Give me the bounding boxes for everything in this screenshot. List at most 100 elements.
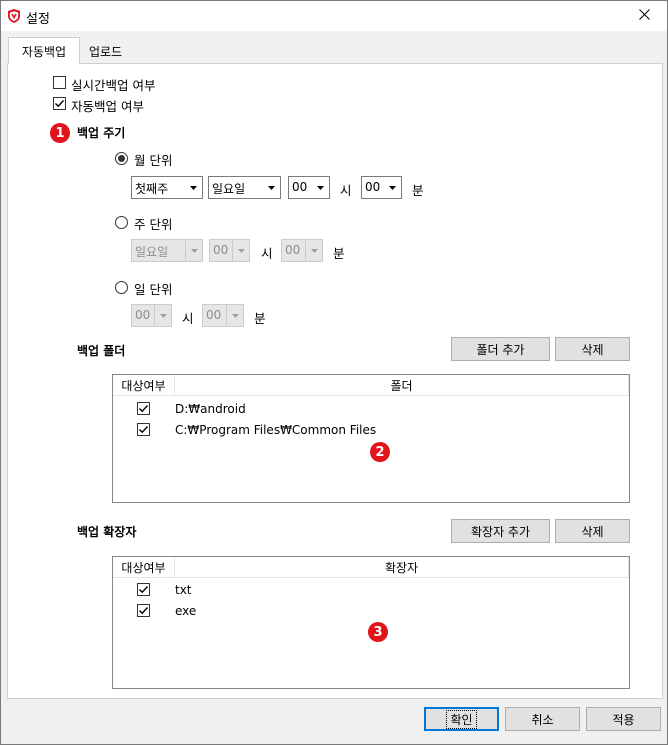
radio-selected-dot xyxy=(118,155,125,162)
list-item[interactable]: C:₩Program Files₩Common Files xyxy=(113,420,629,441)
checkmark-icon xyxy=(139,586,149,594)
delete-extension-button[interactable]: 삭제 xyxy=(555,519,630,543)
tab-upload[interactable]: 업로드 xyxy=(81,39,130,63)
add-folder-button[interactable]: 폴더 추가 xyxy=(451,337,550,361)
checkmark-icon xyxy=(139,426,149,434)
button-label: 삭제 xyxy=(581,524,604,539)
auto-backup-checkbox[interactable] xyxy=(53,97,66,110)
checkmark-icon xyxy=(139,607,149,615)
button-label: 폴더 추가 xyxy=(476,342,525,357)
list-item[interactable]: exe xyxy=(113,601,629,622)
delete-folder-button[interactable]: 삭제 xyxy=(555,337,630,361)
row-checkbox[interactable] xyxy=(137,604,150,617)
button-label: 취소 xyxy=(531,712,554,727)
tab-label: 업로드 xyxy=(89,44,123,59)
select-value: 00 xyxy=(365,180,381,194)
button-label: 확장자 추가 xyxy=(470,524,530,539)
dropdown-arrow-icon xyxy=(232,240,249,261)
monthly-hour-select[interactable]: 00 xyxy=(288,176,330,199)
column-header-target[interactable]: 대상여부 xyxy=(113,375,175,395)
extension-list[interactable]: 대상여부 확장자 txt exe xyxy=(112,556,630,689)
dropdown-arrow-icon xyxy=(185,177,202,198)
app-shield-icon xyxy=(6,8,22,24)
daily-hour-select[interactable]: 00 xyxy=(131,304,172,327)
folder-path: C:₩Program Files₩Common Files xyxy=(175,423,377,437)
auto-backup-panel: 실시간백업 여부 자동백업 여부 1 백업 주기 월 단위 첫째주 일요일 00… xyxy=(7,63,663,699)
badge-three: 3 xyxy=(368,622,388,642)
column-header-extension[interactable]: 확장자 xyxy=(175,557,629,577)
add-extension-button[interactable]: 확장자 추가 xyxy=(451,519,550,543)
list-header: 대상여부 폴더 xyxy=(113,375,629,396)
tab-auto-backup[interactable]: 자동백업 xyxy=(8,37,80,64)
row-checkbox[interactable] xyxy=(137,402,150,415)
select-value: 00 xyxy=(213,243,229,257)
close-icon xyxy=(638,9,650,23)
monthly-hour-unit: 시 xyxy=(340,183,352,198)
row-checkbox[interactable] xyxy=(137,583,150,596)
weekly-hour-select[interactable]: 00 xyxy=(209,239,250,262)
monthly-radio[interactable] xyxy=(115,152,128,165)
button-label: 적용 xyxy=(612,712,635,727)
backup-schedule-title: 백업 주기 xyxy=(77,126,126,140)
auto-backup-label: 자동백업 여부 xyxy=(71,99,144,114)
badge-two: 2 xyxy=(370,442,390,462)
realtime-backup-label: 실시간백업 여부 xyxy=(71,78,156,93)
badge-one: 1 xyxy=(50,123,70,143)
dropdown-arrow-icon xyxy=(185,240,202,261)
checkmark-icon xyxy=(55,100,65,108)
backup-folder-title: 백업 폴더 xyxy=(77,344,126,358)
folder-list[interactable]: 대상여부 폴더 D:₩android C:₩Program Files₩Comm… xyxy=(112,374,630,503)
apply-button[interactable]: 적용 xyxy=(586,707,661,731)
tab-label: 자동백업 xyxy=(21,44,67,59)
select-value: 00 xyxy=(285,243,301,257)
monthly-minute-select[interactable]: 00 xyxy=(361,176,402,199)
monthly-week-select[interactable]: 첫째주 xyxy=(131,176,203,199)
list-item[interactable]: txt xyxy=(113,580,629,601)
weekly-day-select[interactable]: 일요일 xyxy=(131,239,203,262)
list-header: 대상여부 확장자 xyxy=(113,557,629,578)
title-bar: 설정 xyxy=(1,1,667,31)
monthly-day-select[interactable]: 일요일 xyxy=(208,176,281,199)
select-value: 00 xyxy=(206,308,222,322)
window-title: 설정 xyxy=(26,12,50,27)
checkmark-icon xyxy=(139,405,149,413)
dropdown-arrow-icon xyxy=(312,177,329,198)
daily-label: 일 단위 xyxy=(134,282,173,297)
column-header-folder[interactable]: 폴더 xyxy=(175,375,629,395)
button-label: 삭제 xyxy=(581,342,604,357)
dropdown-arrow-icon xyxy=(305,240,322,261)
weekly-radio[interactable] xyxy=(115,216,128,229)
dropdown-arrow-icon xyxy=(384,177,401,198)
backup-extension-title: 백업 확장자 xyxy=(77,525,137,539)
select-value: 일요일 xyxy=(212,182,246,196)
monthly-label: 월 단위 xyxy=(134,153,173,168)
daily-hour-unit: 시 xyxy=(182,311,194,326)
weekly-minute-select[interactable]: 00 xyxy=(281,239,323,262)
settings-window: 설정 자동백업 업로드 실시간백업 여부 자동백업 여부 1 백업 주기 월 단… xyxy=(0,0,668,745)
select-value: 00 xyxy=(135,308,151,322)
dropdown-arrow-icon xyxy=(154,305,171,326)
weekly-label: 주 단위 xyxy=(134,217,173,232)
extension-name: exe xyxy=(175,604,197,618)
daily-minute-select[interactable]: 00 xyxy=(202,304,244,327)
ok-button[interactable]: 확인 xyxy=(424,707,499,731)
extension-name: txt xyxy=(175,583,192,597)
column-header-target[interactable]: 대상여부 xyxy=(113,557,175,577)
weekly-hour-unit: 시 xyxy=(261,246,273,261)
select-value: 첫째주 xyxy=(135,182,169,196)
list-item[interactable]: D:₩android xyxy=(113,399,629,420)
daily-radio[interactable] xyxy=(115,281,128,294)
weekly-minute-unit: 분 xyxy=(333,246,345,261)
dropdown-arrow-icon xyxy=(263,177,280,198)
daily-minute-unit: 분 xyxy=(254,311,266,326)
monthly-minute-unit: 분 xyxy=(412,183,424,198)
cancel-button[interactable]: 취소 xyxy=(505,707,580,731)
dropdown-arrow-icon xyxy=(226,305,243,326)
row-checkbox[interactable] xyxy=(137,423,150,436)
button-label: 확인 xyxy=(446,709,477,729)
folder-path: D:₩android xyxy=(175,402,246,416)
select-value: 00 xyxy=(292,180,308,194)
realtime-backup-checkbox[interactable] xyxy=(53,76,66,89)
close-button[interactable] xyxy=(621,1,667,31)
select-value: 일요일 xyxy=(135,245,169,259)
